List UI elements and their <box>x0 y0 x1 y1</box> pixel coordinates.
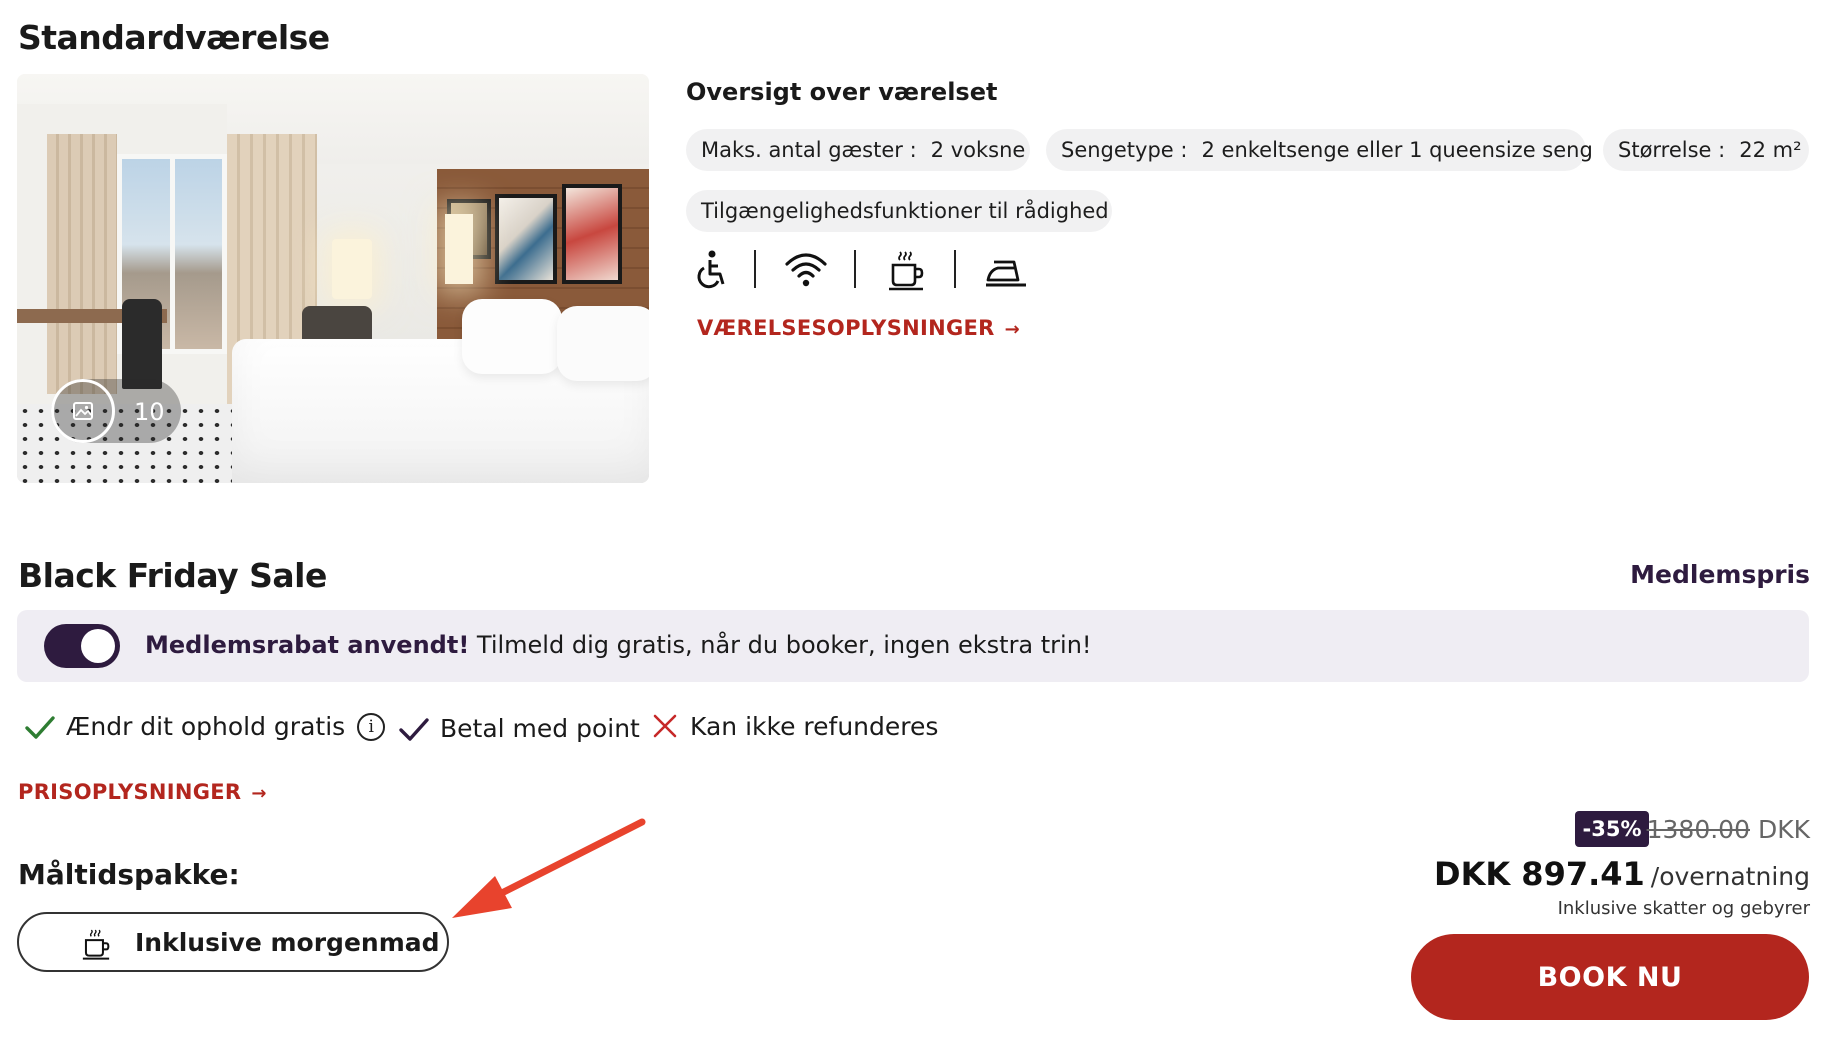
accessibility-icon <box>697 250 725 289</box>
photo-count: 10 <box>134 398 165 426</box>
feature-non-refundable: Kan ikke refunderes <box>650 712 938 741</box>
per-night-label: /overnatning <box>1650 862 1810 891</box>
icon-divider <box>754 250 756 288</box>
room-photo[interactable]: 10 <box>17 74 649 483</box>
photo-artwork <box>562 184 622 284</box>
photo-pillow <box>462 299 562 374</box>
room-title: Standardværelse <box>18 18 330 57</box>
check-icon <box>399 717 429 741</box>
coffee-icon <box>889 251 924 291</box>
rate-title: Black Friday Sale <box>18 556 327 595</box>
check-icon <box>25 715 55 739</box>
price-details-link[interactable]: PRISOPLYSNINGER → <box>18 780 267 804</box>
book-now-button[interactable]: BOOK NU <box>1411 934 1809 1020</box>
icon-divider <box>854 250 856 288</box>
tax-note: Inklusive skatter og gebyrer <box>1557 898 1810 919</box>
meal-option-label: Inklusive morgenmad <box>135 927 440 957</box>
price-details-label: PRISOPLYSNINGER <box>18 780 242 804</box>
arrow-right-icon: → <box>251 783 267 804</box>
cross-icon <box>653 714 677 737</box>
room-details-link[interactable]: VÆRELSESOPLYSNINGER → <box>697 316 1020 340</box>
feature-label: Ændr dit ophold gratis <box>66 712 346 741</box>
banner-detail: Tilmeld dig gratis, når du booker, ingen… <box>469 631 1092 659</box>
max-guests-value: 2 voksne <box>930 138 1026 162</box>
bed-type-label: Sengetype : <box>1061 138 1188 162</box>
feature-change-stay: Ændr dit ophold gratis i <box>24 712 386 741</box>
photo-lamp <box>445 214 473 284</box>
bed-type-value: 2 enkeltsenge eller 1 queensize seng <box>1201 138 1593 162</box>
current-price-amount: DKK 897.41 <box>1434 855 1645 893</box>
room-size-label: Størrelse : <box>1618 138 1726 162</box>
photo-curtain <box>47 134 117 394</box>
discount-badge: -35% <box>1575 811 1649 847</box>
banner-bold: Medlemsrabat anvendt! <box>145 631 470 659</box>
room-size-value: 22 m² <box>1739 138 1802 162</box>
room-details-label: VÆRELSESOPLYSNINGER <box>697 316 995 340</box>
annotation-arrow-icon <box>452 818 646 918</box>
member-price-label: Medlemspris <box>1630 560 1810 589</box>
arrow-right-icon: → <box>1004 319 1021 340</box>
member-discount-toggle[interactable] <box>44 624 120 668</box>
photo-chair <box>122 299 162 389</box>
original-price-amount: 1380.00 <box>1646 815 1750 844</box>
wifi-icon <box>785 253 827 287</box>
meal-package-title: Måltidspakke: <box>18 858 240 891</box>
accessibility-pill: Tilgængelighedsfunktioner til rådighed <box>686 190 1112 232</box>
max-guests-pill: Maks. antal gæster : 2 voksne <box>686 129 1030 171</box>
member-discount-banner: Medlemsrabat anvendt! Tilmeld dig gratis… <box>17 610 1809 682</box>
feature-pay-points: Betal med point <box>398 714 640 743</box>
toggle-knob <box>81 629 115 663</box>
photo-lamp <box>332 239 372 299</box>
original-price: 1380.00 DKK <box>1647 815 1810 844</box>
max-guests-label: Maks. antal gæster : <box>701 138 917 162</box>
photo-artwork <box>495 194 557 284</box>
original-price-currency: DKK <box>1757 815 1810 844</box>
photo-pillow <box>557 306 649 381</box>
coffee-icon <box>82 929 110 960</box>
image-gallery-icon <box>51 379 115 443</box>
feature-label: Betal med point <box>440 714 640 743</box>
breakfast-included-button[interactable]: Inklusive morgenmad <box>17 912 449 972</box>
gallery-button[interactable]: 10 <box>51 379 181 443</box>
feature-label: Kan ikke refunderes <box>690 712 939 741</box>
banner-message: Medlemsrabat anvendt! Tilmeld dig gratis… <box>145 631 1092 659</box>
info-icon[interactable]: i <box>357 712 386 741</box>
overview-title: Oversigt over værelset <box>686 78 998 106</box>
icon-divider <box>954 250 956 288</box>
bed-type-pill: Sengetype : 2 enkeltsenge eller 1 queensi… <box>1046 129 1593 171</box>
current-price: DKK 897.41/overnatning <box>1434 855 1810 893</box>
room-size-pill: Størrelse : 22 m² <box>1603 129 1809 171</box>
iron-icon <box>986 260 1026 287</box>
